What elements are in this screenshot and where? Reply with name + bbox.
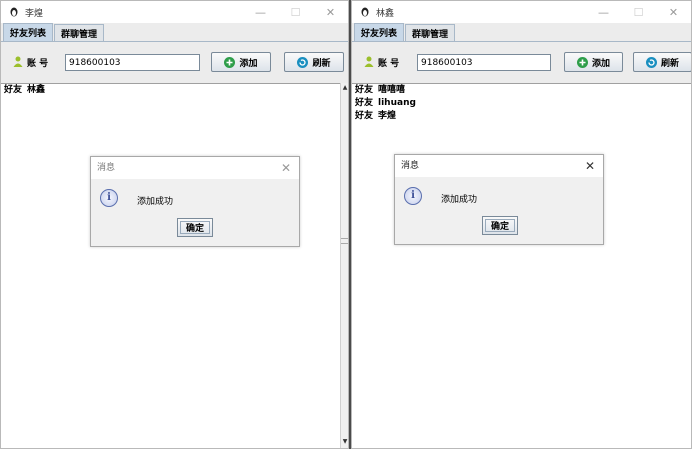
message-dialog: 消息 ✕ i 添加成功 确定 <box>90 156 300 247</box>
close-button[interactable]: ✕ <box>313 1 348 23</box>
info-icon: i <box>100 189 118 207</box>
add-label: 添加 <box>239 58 258 69</box>
tab-bar: 好友列表 群聊管理 <box>1 23 348 42</box>
add-button[interactable]: 添加 <box>564 52 623 72</box>
refresh-label: 刷新 <box>660 58 679 69</box>
friend-name: 李煌 <box>378 111 397 121</box>
message-dialog: 消息 ✕ i 添加成功 确定 <box>394 154 604 245</box>
toolbar: 账 号 添加 刷新 <box>352 42 691 82</box>
dialog-message: 添加成功 <box>441 195 478 205</box>
list-item[interactable]: 好友 李煌 <box>352 110 691 123</box>
account-input[interactable] <box>65 54 200 71</box>
friend-prefix: 好友 <box>355 85 374 95</box>
account-label: 账 号 <box>27 59 49 69</box>
friend-list[interactable]: 好友 嘻嘻嘻 好友 lihuang 好友 李煌 <box>352 83 691 448</box>
account-label: 账 号 <box>378 59 400 69</box>
refresh-icon <box>297 56 309 68</box>
tab-group-chat[interactable]: 群聊管理 <box>54 24 105 41</box>
minimize-button[interactable]: — <box>243 1 278 23</box>
dialog-title: 消息 <box>401 161 420 171</box>
friend-list[interactable]: 好友 林鑫 <box>1 83 341 448</box>
minimize-button[interactable]: — <box>586 1 621 23</box>
list-item[interactable]: 好友 林鑫 <box>1 84 341 97</box>
toolbar: 账 号 添加 刷新 <box>1 42 348 82</box>
dialog-title: 消息 <box>97 163 116 173</box>
window-title: 林鑫 <box>376 8 395 19</box>
title-bar[interactable]: 林鑫 — ☐ ✕ <box>352 1 691 23</box>
ok-button[interactable]: 确定 <box>482 216 518 235</box>
tab-friend-list[interactable]: 好友列表 <box>354 23 405 41</box>
ok-button[interactable]: 确定 <box>177 218 213 237</box>
maximize-button[interactable]: ☐ <box>278 1 313 23</box>
dialog-title-bar[interactable]: 消息 ✕ <box>395 155 603 177</box>
tab-friend-list[interactable]: 好友列表 <box>3 23 54 41</box>
maximize-button[interactable]: ☐ <box>621 1 656 23</box>
scroll-up-arrow[interactable]: ▲ <box>341 83 348 93</box>
dialog-title-bar[interactable]: 消息 ✕ <box>91 157 299 179</box>
chat-window-left: 李煌 — ☐ ✕ 好友列表 群聊管理 账 号 添加 刷新 好友 <box>0 0 349 449</box>
info-icon: i <box>404 187 422 205</box>
friend-prefix: 好友 <box>4 85 23 95</box>
friend-name: lihuang <box>378 98 416 108</box>
refresh-icon <box>645 56 657 68</box>
window-title: 李煌 <box>25 8 44 19</box>
refresh-button[interactable]: 刷新 <box>633 52 691 72</box>
friend-name: 林鑫 <box>27 85 46 95</box>
friend-name: 嘻嘻嘻 <box>378 85 406 95</box>
refresh-button[interactable]: 刷新 <box>284 52 344 72</box>
penguin-icon <box>10 7 18 17</box>
dialog-message: 添加成功 <box>137 197 174 207</box>
close-icon[interactable]: ✕ <box>281 157 291 179</box>
penguin-icon <box>361 7 369 17</box>
scroll-down-arrow[interactable]: ▼ <box>341 437 348 447</box>
account-input[interactable] <box>417 54 551 71</box>
tab-bar: 好友列表 群聊管理 <box>352 23 691 42</box>
add-button[interactable]: 添加 <box>211 52 271 72</box>
title-bar[interactable]: 李煌 — ☐ ✕ <box>1 1 348 23</box>
user-icon <box>364 56 374 67</box>
list-item[interactable]: 好友 lihuang <box>352 97 691 110</box>
close-button[interactable]: ✕ <box>656 1 691 23</box>
list-item[interactable]: 好友 嘻嘻嘻 <box>352 84 691 97</box>
add-icon <box>576 56 588 68</box>
friend-prefix: 好友 <box>355 111 374 121</box>
refresh-label: 刷新 <box>312 58 331 69</box>
user-icon <box>13 56 23 67</box>
add-label: 添加 <box>591 58 610 69</box>
chat-window-right: 林鑫 — ☐ ✕ 好友列表 群聊管理 账 号 添加 刷新 好友 <box>351 0 692 449</box>
friend-prefix: 好友 <box>355 98 374 108</box>
close-icon[interactable]: ✕ <box>585 155 595 177</box>
vertical-scrollbar[interactable]: ▲ ▼ <box>340 83 348 448</box>
tab-group-chat[interactable]: 群聊管理 <box>405 24 456 41</box>
add-icon <box>224 56 236 68</box>
